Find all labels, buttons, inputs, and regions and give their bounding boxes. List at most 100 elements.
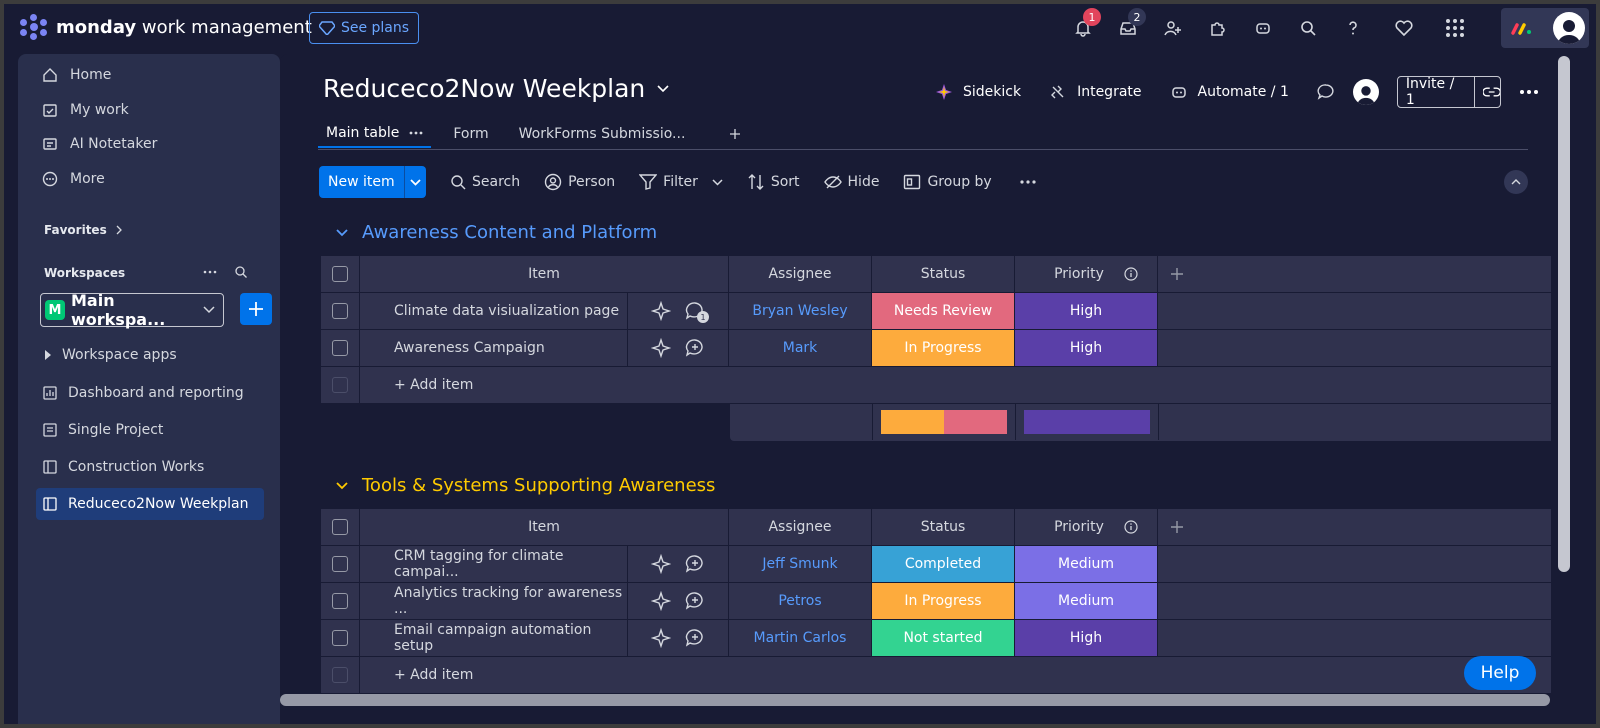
plus-icon[interactable] — [1170, 267, 1184, 281]
add-workspace-item-button[interactable] — [240, 293, 272, 325]
sparkle-icon[interactable] — [651, 628, 671, 648]
sidebar-item-ai-notetaker[interactable]: AI Notetaker — [42, 129, 157, 159]
inbox-button[interactable]: 2 — [1114, 8, 1146, 42]
tab-workforms-submissions[interactable]: WorkForms Submissio... — [511, 120, 694, 148]
new-item-label[interactable]: New item — [319, 166, 405, 198]
ai-assistant-button[interactable] — [1249, 14, 1277, 42]
table-row[interactable]: Email campaign automation setup Martin C… — [321, 620, 1551, 657]
sidebar-item-more[interactable]: More — [42, 164, 105, 194]
info-icon[interactable] — [1124, 267, 1138, 281]
assignee-cell[interactable]: Mark — [729, 330, 872, 366]
select-all-checkbox[interactable] — [332, 266, 348, 282]
priority-cell[interactable]: Medium — [1015, 546, 1158, 582]
column-header-priority[interactable]: Priority — [1015, 256, 1158, 292]
table-row[interactable]: Awareness Campaign Mark In Progress High — [321, 330, 1551, 367]
sidebar-board-dashboard[interactable]: Dashboard and reporting — [42, 377, 244, 409]
sidebar-board-reduceco2now[interactable]: Reduceco2Now Weekplan — [36, 488, 264, 520]
select-all-cell[interactable] — [321, 509, 360, 545]
item-name-cell[interactable]: CRM tagging for climate campai... — [360, 546, 628, 582]
assignee-cell[interactable]: Martin Carlos — [729, 620, 872, 656]
toolbar-more-button[interactable] — [1020, 180, 1036, 184]
row-select-cell[interactable] — [321, 330, 360, 366]
info-icon[interactable] — [1124, 520, 1138, 534]
row-checkbox[interactable] — [332, 303, 348, 319]
status-cell[interactable]: Needs Review — [872, 293, 1015, 329]
column-header-status[interactable]: Status — [872, 256, 1015, 292]
add-item-input[interactable]: + Add item — [360, 657, 1551, 693]
sparkle-icon[interactable] — [651, 591, 671, 611]
add-column-cell[interactable] — [1158, 509, 1551, 545]
column-header-item[interactable]: Item — [360, 509, 729, 545]
sidebar-item-home[interactable]: Home — [42, 60, 111, 90]
table-row[interactable]: Analytics tracking for awareness ... Pet… — [321, 583, 1551, 620]
chevron-down-icon[interactable] — [336, 481, 348, 490]
invite-members-button[interactable] — [1159, 14, 1187, 42]
select-all-cell[interactable] — [321, 256, 360, 292]
summary-priority-cell[interactable] — [1016, 404, 1159, 440]
sidekick-button[interactable]: Sidekick — [935, 83, 1021, 101]
copy-link-icon[interactable] — [1482, 86, 1500, 98]
sort-tool[interactable]: Sort — [747, 173, 800, 191]
group-by-tool[interactable]: Group by — [903, 174, 992, 190]
status-cell[interactable]: Completed — [872, 546, 1015, 582]
summary-status-cell[interactable] — [873, 404, 1016, 440]
add-item-input[interactable]: + Add item — [360, 367, 1551, 403]
row-checkbox[interactable] — [332, 630, 348, 646]
see-plans-button[interactable]: See plans — [309, 12, 419, 44]
sparkle-icon[interactable] — [651, 301, 671, 321]
add-update-icon[interactable] — [685, 338, 705, 358]
vertical-scrollbar[interactable] — [1558, 56, 1570, 572]
table-row[interactable]: CRM tagging for climate campai... Jeff S… — [321, 546, 1551, 583]
user-avatar[interactable] — [1553, 12, 1585, 44]
add-update-icon[interactable] — [685, 591, 705, 611]
column-header-assignee[interactable]: Assignee — [729, 256, 872, 292]
feedback-button[interactable] — [1390, 14, 1418, 42]
item-name-cell[interactable]: Email campaign automation setup — [360, 620, 628, 656]
priority-cell[interactable]: High — [1015, 293, 1158, 329]
status-cell[interactable]: In Progress — [872, 330, 1015, 366]
workspace-apps-toggle[interactable]: Workspace apps — [44, 339, 177, 371]
board-updates-button[interactable] — [1317, 83, 1335, 101]
row-checkbox[interactable] — [332, 593, 348, 609]
sidebar-board-single-project[interactable]: Single Project — [42, 414, 163, 446]
board-menu-icon[interactable] — [1519, 89, 1539, 95]
integrate-button[interactable]: Integrate — [1049, 83, 1142, 101]
add-update-icon[interactable] — [685, 628, 705, 648]
add-column-cell[interactable] — [1158, 256, 1551, 292]
apps-grid-button[interactable] — [1441, 14, 1469, 42]
help-button[interactable]: Help — [1464, 656, 1536, 690]
add-item-row[interactable]: + Add item — [321, 367, 1551, 404]
column-header-assignee[interactable]: Assignee — [729, 509, 872, 545]
workspace-options-icon[interactable] — [202, 266, 218, 278]
brand-logo[interactable]: monday work management — [20, 14, 312, 40]
priority-cell[interactable]: High — [1015, 620, 1158, 656]
search-tool[interactable]: Search — [450, 174, 520, 190]
chevron-down-icon[interactable] — [712, 178, 723, 186]
group-title[interactable]: Awareness Content and Platform — [362, 222, 657, 243]
sidebar-item-my-work[interactable]: My work — [42, 95, 129, 125]
sparkle-icon[interactable] — [651, 554, 671, 574]
workspace-search-icon[interactable] — [234, 265, 248, 279]
new-item-dropdown[interactable] — [405, 178, 426, 186]
column-header-priority[interactable]: Priority — [1015, 509, 1158, 545]
person-filter-tool[interactable]: Person — [544, 173, 615, 191]
assignee-cell[interactable]: Bryan Wesley — [729, 293, 872, 329]
favorites-section[interactable]: Favorites — [44, 223, 123, 237]
group-header[interactable]: Tools & Systems Supporting Awareness — [336, 475, 715, 496]
apps-marketplace-button[interactable] — [1204, 14, 1232, 42]
invite-button[interactable]: Invite / 1 — [1396, 76, 1501, 108]
assignee-cell[interactable]: Petros — [729, 583, 872, 619]
row-select-cell[interactable] — [321, 293, 360, 329]
board-member-avatar[interactable] — [1352, 79, 1379, 105]
horizontal-scrollbar[interactable] — [280, 694, 1550, 706]
new-item-button[interactable]: New item — [319, 166, 426, 198]
hide-tool[interactable]: Hide — [823, 174, 879, 190]
tab-options-icon[interactable] — [409, 131, 423, 135]
filter-tool[interactable]: Filter — [639, 174, 723, 190]
add-view-button[interactable] — [721, 120, 749, 148]
group-header[interactable]: Awareness Content and Platform — [336, 222, 657, 243]
collapse-header-button[interactable] — [1504, 170, 1528, 194]
item-name-cell[interactable]: Analytics tracking for awareness ... — [360, 583, 628, 619]
product-switcher[interactable] — [1501, 8, 1589, 48]
table-row[interactable]: Climate data visiualization page 1 Bryan… — [321, 293, 1551, 330]
